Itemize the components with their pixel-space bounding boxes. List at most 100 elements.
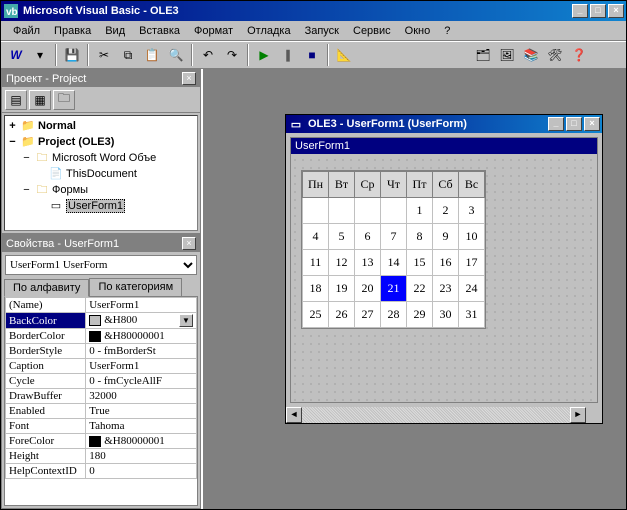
- property-row[interactable]: Height180: [6, 449, 197, 464]
- dropdown-button[interactable]: ▼: [179, 314, 193, 327]
- property-value[interactable]: UserForm1: [86, 359, 197, 374]
- menu-insert[interactable]: Вставка: [133, 23, 186, 39]
- design-mode-button[interactable]: 📐: [333, 44, 355, 66]
- property-row[interactable]: EnabledTrue: [6, 404, 197, 419]
- view-object-button[interactable]: ▦: [29, 90, 51, 110]
- menu-help[interactable]: ?: [438, 23, 456, 39]
- calendar-cell[interactable]: 23: [433, 276, 459, 302]
- properties-grid[interactable]: (Name)UserForm1BackColor&H800▼BorderColo…: [4, 296, 198, 506]
- calendar-cell[interactable]: 19: [329, 276, 355, 302]
- help-icon[interactable]: ❓: [568, 44, 590, 66]
- property-row[interactable]: (Name)UserForm1: [6, 298, 197, 313]
- calendar-cell[interactable]: 7: [381, 224, 407, 250]
- menu-format[interactable]: Формат: [188, 23, 239, 39]
- calendar-cell[interactable]: 25: [303, 302, 329, 328]
- calendar-cell[interactable]: [381, 198, 407, 224]
- run-button[interactable]: ▶: [253, 44, 275, 66]
- toolbox-button[interactable]: 🛠: [544, 44, 566, 66]
- property-value[interactable]: 0: [86, 464, 197, 479]
- calendar-cell[interactable]: [355, 198, 381, 224]
- property-value[interactable]: UserForm1: [86, 298, 197, 313]
- calendar-cell[interactable]: 5: [329, 224, 355, 250]
- calendar-cell[interactable]: 31: [459, 302, 485, 328]
- toggle-folders-button[interactable]: 🗀: [53, 90, 75, 110]
- tab-alphabetic[interactable]: По алфавиту: [4, 279, 89, 297]
- word-icon[interactable]: W: [5, 44, 27, 66]
- property-row[interactable]: DrawBuffer32000: [6, 389, 197, 404]
- properties-panel-close[interactable]: ×: [182, 237, 196, 250]
- undo-button[interactable]: ↶: [197, 44, 219, 66]
- property-value[interactable]: &H800▼: [86, 313, 197, 329]
- menu-view[interactable]: Вид: [99, 23, 131, 39]
- calendar-cell[interactable]: 30: [433, 302, 459, 328]
- property-value[interactable]: &H80000001: [86, 329, 197, 344]
- object-selector[interactable]: UserForm1 UserForm: [5, 255, 197, 275]
- calendar-control[interactable]: ПнВтСрЧтПтСбВс12345678910111213141516171…: [301, 170, 486, 329]
- calendar-cell[interactable]: 16: [433, 250, 459, 276]
- calendar-cell[interactable]: 13: [355, 250, 381, 276]
- menu-debug[interactable]: Отладка: [241, 23, 296, 39]
- form-canvas[interactable]: UserForm1 ПнВтСрЧтПтСбВс1234567891011121…: [290, 137, 598, 403]
- calendar-cell[interactable]: 2: [433, 198, 459, 224]
- property-row[interactable]: CaptionUserForm1: [6, 359, 197, 374]
- project-tree[interactable]: +📁Normal −📁Project (OLE3) −🗀Microsoft Wo…: [4, 115, 198, 231]
- calendar-cell[interactable]: 21: [381, 276, 407, 302]
- scroll-left-arrow[interactable]: ◄: [286, 407, 302, 423]
- paste-button[interactable]: 📋: [141, 44, 163, 66]
- property-row[interactable]: BackColor&H800▼: [6, 313, 197, 329]
- stop-button[interactable]: ■: [301, 44, 323, 66]
- calendar-cell[interactable]: 8: [407, 224, 433, 250]
- cut-button[interactable]: ✂: [93, 44, 115, 66]
- object-browser-button[interactable]: 📚: [520, 44, 542, 66]
- redo-button[interactable]: ↷: [221, 44, 243, 66]
- calendar-cell[interactable]: 6: [355, 224, 381, 250]
- calendar-cell[interactable]: 29: [407, 302, 433, 328]
- calendar-cell[interactable]: 3: [459, 198, 485, 224]
- property-value[interactable]: 180: [86, 449, 197, 464]
- break-button[interactable]: ∥: [277, 44, 299, 66]
- save-button[interactable]: 💾: [61, 44, 83, 66]
- calendar-cell[interactable]: 20: [355, 276, 381, 302]
- calendar-cell[interactable]: [329, 198, 355, 224]
- menu-run[interactable]: Запуск: [299, 23, 345, 39]
- property-value[interactable]: 32000: [86, 389, 197, 404]
- property-row[interactable]: BorderColor&H80000001: [6, 329, 197, 344]
- project-panel-close[interactable]: ×: [182, 72, 196, 85]
- tab-categorized[interactable]: По категориям: [89, 278, 182, 296]
- view-code-button[interactable]: ▤: [5, 90, 27, 110]
- calendar-cell[interactable]: 12: [329, 250, 355, 276]
- property-value[interactable]: True: [86, 404, 197, 419]
- calendar-cell[interactable]: 14: [381, 250, 407, 276]
- property-row[interactable]: Cycle0 - fmCycleAllF: [6, 374, 197, 389]
- horizontal-scrollbar[interactable]: ◄ ►: [286, 407, 602, 423]
- property-row[interactable]: FontTahoma: [6, 419, 197, 434]
- project-explorer-button[interactable]: 🗂: [472, 44, 494, 66]
- form-designer-window[interactable]: ▭ OLE3 - UserForm1 (UserForm) _ □ × User…: [285, 114, 603, 424]
- property-value[interactable]: 0 - fmCycleAllF: [86, 374, 197, 389]
- mdi-minimize-button[interactable]: _: [548, 117, 564, 131]
- mdi-maximize-button[interactable]: □: [566, 117, 582, 131]
- calendar-cell[interactable]: 4: [303, 224, 329, 250]
- menu-window[interactable]: Окно: [399, 23, 437, 39]
- minimize-button[interactable]: _: [572, 4, 588, 18]
- find-button[interactable]: 🔍: [165, 44, 187, 66]
- menu-edit[interactable]: Правка: [48, 23, 97, 39]
- calendar-cell[interactable]: 9: [433, 224, 459, 250]
- property-value[interactable]: Tahoma: [86, 419, 197, 434]
- maximize-button[interactable]: □: [590, 4, 606, 18]
- property-row[interactable]: HelpContextID0: [6, 464, 197, 479]
- calendar-cell[interactable]: 1: [407, 198, 433, 224]
- close-button[interactable]: ×: [608, 4, 624, 18]
- calendar-cell[interactable]: 22: [407, 276, 433, 302]
- calendar-cell[interactable]: 28: [381, 302, 407, 328]
- mdi-close-button[interactable]: ×: [584, 117, 600, 131]
- calendar-cell[interactable]: 26: [329, 302, 355, 328]
- property-value[interactable]: &H80000001: [86, 434, 197, 449]
- properties-window-button[interactable]: 🖼: [496, 44, 518, 66]
- scroll-right-arrow[interactable]: ►: [570, 407, 586, 423]
- copy-button[interactable]: ⧉: [117, 44, 139, 66]
- property-row[interactable]: ForeColor&H80000001: [6, 434, 197, 449]
- calendar-cell[interactable]: 18: [303, 276, 329, 302]
- property-value[interactable]: 0 - fmBorderSt: [86, 344, 197, 359]
- calendar-cell[interactable]: 15: [407, 250, 433, 276]
